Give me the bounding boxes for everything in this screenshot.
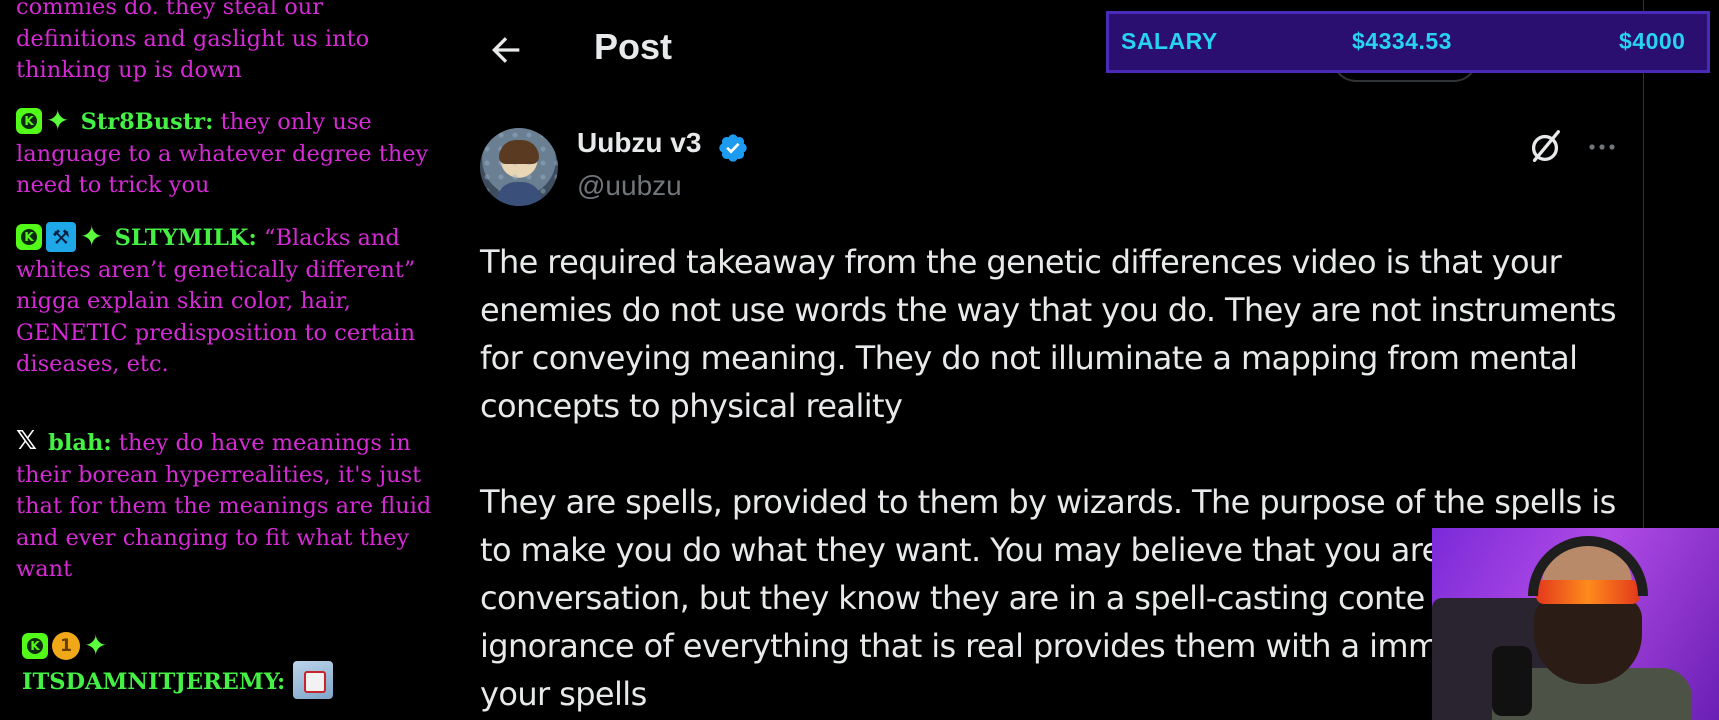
emote-icon xyxy=(292,660,333,699)
kick-badge-icon: K xyxy=(22,633,48,659)
chat-message: K ✦ Str8Bustr: they only use language to … xyxy=(16,104,446,202)
grok-icon[interactable] xyxy=(1526,128,1564,166)
post-paragraph: The required takeaway from the genetic d… xyxy=(480,243,1617,425)
sparkle-badge-icon: ✦ xyxy=(46,104,70,138)
chat-message-text: commies do. they steal our definitions a… xyxy=(16,0,370,83)
kick-badge-icon: K xyxy=(16,108,42,134)
chat-message: 𝕏 blah: they do have meanings in their b… xyxy=(16,426,446,586)
stream-chat: commies do. they steal our definitions a… xyxy=(0,0,452,720)
salary-amount: $4334.53 xyxy=(1352,28,1452,54)
chat-message: K ⚒ ✦ SLTYMILK: “Blacks and whites aren’t … xyxy=(16,220,446,381)
sparkle-badge-icon: ✦ xyxy=(84,629,108,663)
chat-username[interactable]: ITSDAMNITJEREMY: xyxy=(22,669,285,695)
chat-username[interactable]: blah: xyxy=(48,430,112,456)
page-title: Post xyxy=(594,26,673,67)
chat-message: commies do. they steal our definitions a… xyxy=(16,0,446,87)
author-display-name[interactable]: Uubzu v3 xyxy=(577,127,701,159)
sparkle-badge-icon: ✦ xyxy=(80,220,104,254)
chat-username[interactable]: Str8Bustr: xyxy=(81,109,214,135)
streamer-webcam xyxy=(1432,528,1719,720)
verified-badge-icon xyxy=(719,134,747,162)
salary-goal: $4000 xyxy=(1619,28,1686,54)
back-arrow-icon[interactable] xyxy=(486,30,526,70)
chat-message: K 1 ✦ ITSDAMNITJEREMY: xyxy=(22,629,452,702)
salary-overlay: SALARY $4334.53 $4000 xyxy=(1106,11,1710,73)
chat-message-text: they only use language to a whatever deg… xyxy=(16,109,429,199)
moderator-hammer-icon: ⚒ xyxy=(46,222,76,252)
salary-label: SALARY xyxy=(1121,28,1218,54)
kick-badge-icon: K xyxy=(16,224,42,250)
microphone-icon xyxy=(1492,646,1532,716)
subscriber-badge-icon: 1 xyxy=(52,632,80,660)
x-logo-badge-icon: 𝕏 xyxy=(16,426,37,457)
more-icon[interactable] xyxy=(1584,135,1620,159)
avatar[interactable] xyxy=(480,128,558,206)
author-handle[interactable]: @uubzu xyxy=(577,170,682,202)
chat-username[interactable]: SLTYMILK: xyxy=(115,225,257,251)
